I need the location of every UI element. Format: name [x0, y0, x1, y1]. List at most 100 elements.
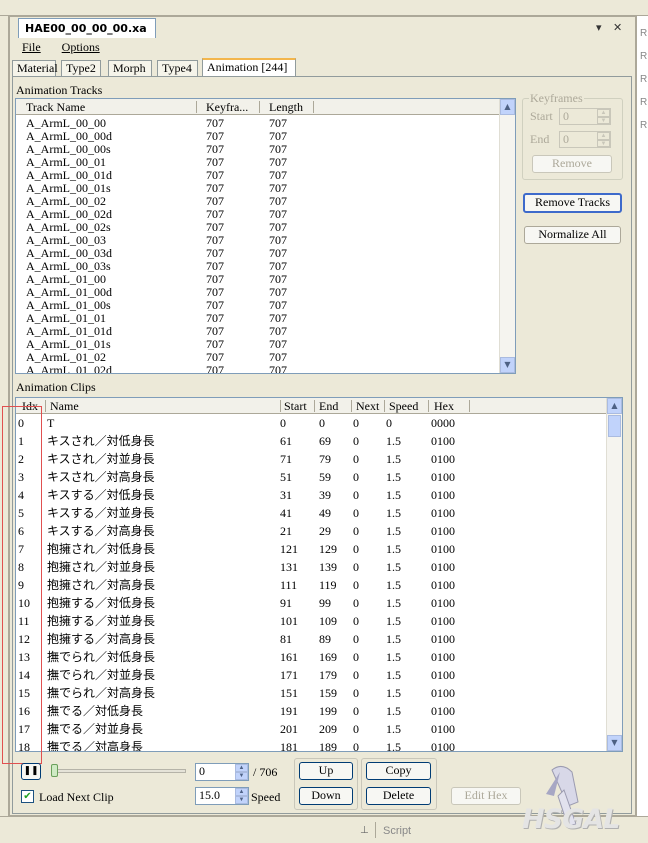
clip-hex-cell: 0100: [431, 506, 455, 520]
clip-row[interactable]: 18 撫でる／対高身長 181 189 0 1.5 0100: [16, 741, 607, 751]
keyframes-group-title: Keyframes: [529, 91, 584, 106]
col-length[interactable]: Length: [269, 100, 303, 115]
tracks-scrollbar[interactable]: ▲ ▼: [499, 99, 515, 373]
clip-row[interactable]: 8 抱擁され／対並身長 131 139 0 1.5 0100: [16, 561, 607, 574]
clip-start-cell: 71: [280, 452, 292, 466]
document-tab[interactable]: HAE00_00_00_00.xa: [18, 18, 156, 38]
clip-row[interactable]: 0 T 0 0 0 0 0000: [16, 417, 607, 430]
window-close-icon[interactable]: ✕: [613, 21, 622, 34]
tab-type2[interactable]: Type2: [61, 60, 101, 76]
track-length-cell: 707: [269, 155, 287, 169]
clip-start-cell: 31: [280, 488, 292, 502]
keyframes-end-spinner[interactable]: ▲ ▼: [597, 132, 610, 147]
scroll-up-icon[interactable]: ▲: [607, 398, 622, 414]
clip-speed-cell: 1.5: [386, 434, 401, 448]
tab-animation[interactable]: Animation [244]: [202, 58, 296, 76]
col-track-name[interactable]: Track Name: [26, 100, 85, 115]
clip-row[interactable]: 6 キスする／対高身長 21 29 0 1.5 0100: [16, 525, 607, 538]
clip-end-cell: 109: [319, 614, 337, 628]
scroll-down-icon[interactable]: ▼: [500, 357, 515, 373]
clip-row[interactable]: 17 撫でる／対並身長 201 209 0 1.5 0100: [16, 723, 607, 736]
clip-next-cell: 0: [353, 722, 359, 736]
clip-row[interactable]: 3 キスされ／対高身長 51 59 0 1.5 0100: [16, 471, 607, 484]
tab-morph[interactable]: Morph: [108, 60, 152, 76]
menu-options[interactable]: Options: [62, 40, 100, 55]
clip-row[interactable]: 14 撫でられ／対並身長 171 179 0 1.5 0100: [16, 669, 607, 682]
edit-hex-button[interactable]: Edit Hex: [451, 787, 521, 805]
menu-file[interactable]: File: [22, 40, 41, 55]
normalize-all-button[interactable]: Normalize All: [524, 226, 621, 244]
clip-row[interactable]: 1 キスされ／対低身長 61 69 0 1.5 0100: [16, 435, 607, 448]
frame-input[interactable]: 0 ▲ ▼: [195, 763, 249, 781]
frame-spinner[interactable]: ▲ ▼: [235, 764, 248, 780]
col-next[interactable]: Next: [356, 399, 379, 414]
col-speed[interactable]: Speed: [389, 399, 418, 414]
col-keyframes[interactable]: Keyfra...: [206, 100, 248, 115]
track-name-cell: A_ArmL_00_03d: [26, 246, 112, 260]
track-length-cell: 707: [269, 220, 287, 234]
col-start[interactable]: Start: [284, 399, 307, 414]
clip-row[interactable]: 16 撫でる／対低身長 191 199 0 1.5 0100: [16, 705, 607, 718]
speed-spinner[interactable]: ▲ ▼: [235, 788, 248, 804]
clip-row[interactable]: 11 抱擁する／対並身長 101 109 0 1.5 0100: [16, 615, 607, 628]
scroll-up-icon[interactable]: ▲: [500, 99, 515, 115]
animation-clips-label: Animation Clips: [16, 380, 96, 394]
keyframes-start-spinner[interactable]: ▲ ▼: [597, 109, 610, 124]
clip-row[interactable]: 7 抱擁され／対低身長 121 129 0 1.5 0100: [16, 543, 607, 556]
copy-button[interactable]: Copy: [366, 762, 431, 780]
track-row[interactable]: A_ArmL_01_02d 707 707: [16, 364, 500, 373]
clip-row[interactable]: 5 キスする／対並身長 41 49 0 1.5 0100: [16, 507, 607, 520]
playback-slider[interactable]: [48, 762, 190, 780]
keyframes-remove-button[interactable]: Remove: [532, 155, 612, 173]
clip-start-cell: 61: [280, 434, 292, 448]
delete-button[interactable]: Delete: [366, 787, 431, 805]
animation-clips-list[interactable]: Idx Name Start End Next Speed Hex 0T0000…: [15, 397, 623, 752]
keyframes-start-input[interactable]: 0 ▲ ▼: [559, 108, 611, 125]
load-next-clip-checkbox[interactable]: ✔: [21, 790, 34, 803]
col-hex[interactable]: Hex: [434, 399, 454, 414]
load-next-clip-label[interactable]: Load Next Clip: [39, 790, 114, 805]
slider-thumb-icon[interactable]: [51, 764, 58, 777]
clip-name-cell: 撫でる／対低身長: [47, 704, 144, 718]
down-button[interactable]: Down: [299, 787, 353, 805]
clip-row[interactable]: 15 撫でられ／対高身長 151 159 0 1.5 0100: [16, 687, 607, 700]
track-keyframes-cell: 707: [206, 181, 224, 195]
window-dropdown-icon[interactable]: ▾: [596, 21, 602, 34]
animation-tracks-list[interactable]: Track Name Keyfra... Length A_ArmL_00_00…: [15, 98, 516, 374]
track-keyframes-cell: 707: [206, 207, 224, 221]
clip-name-cell: 抱擁され／対高身長: [47, 578, 156, 592]
clip-speed-cell: 1.5: [386, 668, 401, 682]
clip-row[interactable]: 2 キスされ／対並身長 71 79 0 1.5 0100: [16, 453, 607, 466]
pin-icon[interactable]: ⊥: [360, 825, 369, 836]
tab-type4[interactable]: Type4: [157, 60, 198, 76]
clip-next-cell: 0: [353, 596, 359, 610]
track-keyframes-cell: 707: [206, 155, 224, 169]
clip-row[interactable]: 4 キスする／対低身長 31 39 0 1.5 0100: [16, 489, 607, 502]
clip-next-cell: 0: [353, 542, 359, 556]
scroll-down-icon[interactable]: ▼: [607, 735, 622, 751]
clip-speed-cell: 1.5: [386, 722, 401, 736]
clip-row[interactable]: 10 抱擁する／対低身長 91 99 0 1.5 0100: [16, 597, 607, 610]
track-keyframes-cell: 707: [206, 285, 224, 299]
clip-end-cell: 59: [319, 470, 331, 484]
clips-scrollbar[interactable]: ▲ ▼: [606, 398, 622, 751]
clip-row[interactable]: 9 抱擁され／対高身長 111 119 0 1.5 0100: [16, 579, 607, 592]
remove-tracks-button[interactable]: Remove Tracks: [523, 193, 622, 213]
clip-hex-cell: 0100: [431, 524, 455, 538]
track-name-cell: A_ArmL_00_02: [26, 194, 106, 208]
pause-button[interactable]: ❚❚: [21, 763, 41, 780]
clip-hex-cell: 0000: [431, 416, 455, 430]
speed-input[interactable]: 15.0 ▲ ▼: [195, 787, 249, 805]
tab-material[interactable]: Material: [12, 60, 58, 76]
clip-row[interactable]: 13 撫でられ／対低身長 161 169 0 1.5 0100: [16, 651, 607, 664]
col-end[interactable]: End: [319, 399, 338, 414]
clip-row[interactable]: 12 抱擁する／対高身長 81 89 0 1.5 0100: [16, 633, 607, 646]
keyframes-end-input[interactable]: 0 ▲ ▼: [559, 131, 611, 148]
clips-scroll-thumb[interactable]: [608, 415, 621, 437]
up-button[interactable]: Up: [299, 762, 353, 780]
clip-start-cell: 21: [280, 524, 292, 538]
col-name[interactable]: Name: [50, 399, 79, 414]
clip-name-cell: 撫でられ／対低身長: [47, 650, 156, 664]
clip-end-cell: 29: [319, 524, 331, 538]
script-label[interactable]: Script: [383, 825, 411, 837]
